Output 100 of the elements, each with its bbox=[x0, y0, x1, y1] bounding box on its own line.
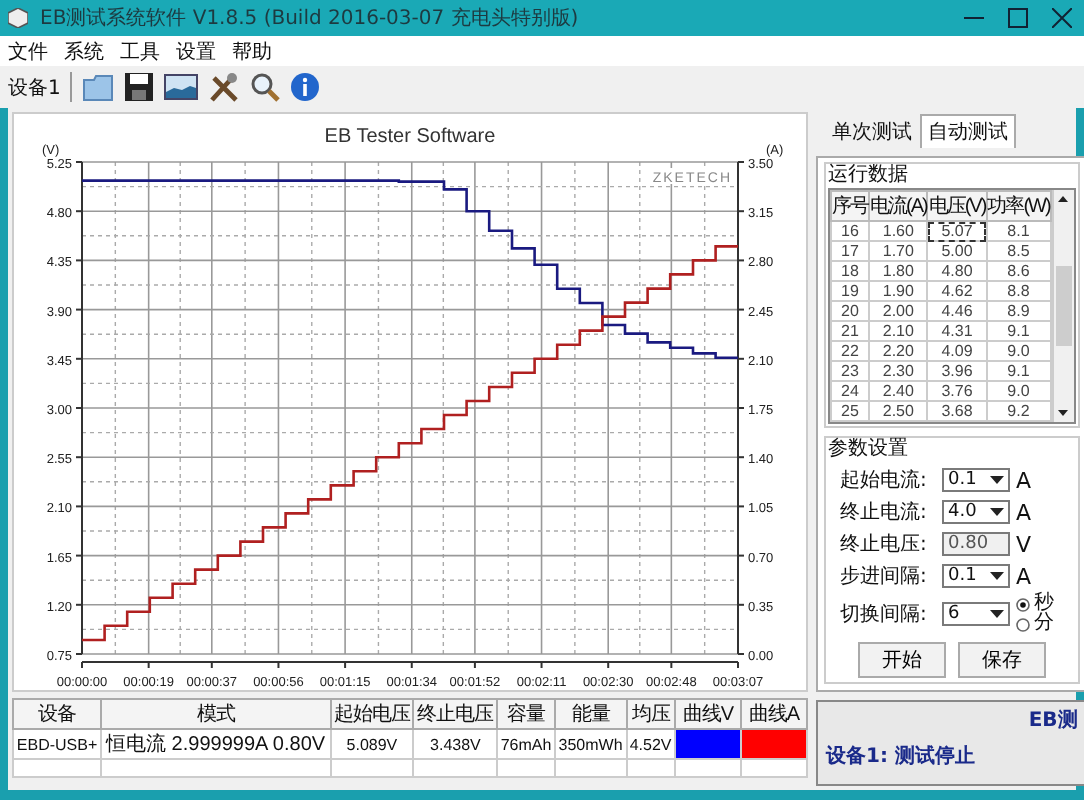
table-cell: 3.68 bbox=[927, 401, 987, 421]
column-header: 起始电压 bbox=[330, 699, 414, 729]
field-label: 切换间隔: bbox=[840, 601, 929, 628]
tools-icon[interactable] bbox=[208, 71, 241, 103]
window-title: EB测试系统软件 V1.8.5 (Build 2016-03-07 充电头特别版) bbox=[40, 5, 579, 32]
table-cell: 5.089V bbox=[330, 729, 414, 759]
status-message: 设备1: 测试停止 bbox=[826, 743, 977, 770]
table-cell: 1.60 bbox=[869, 221, 928, 241]
search-icon[interactable] bbox=[250, 72, 281, 102]
tab[interactable]: 单次测试 bbox=[824, 114, 920, 148]
field-label: 终止电压: bbox=[840, 531, 929, 558]
table-cell: 4.09 bbox=[927, 341, 987, 361]
dropdown[interactable]: 6 bbox=[942, 602, 1010, 626]
table-cell: 23 bbox=[831, 361, 869, 381]
table-cell: 18 bbox=[831, 261, 869, 281]
table-cell: 3.438V bbox=[413, 729, 498, 759]
unit-label: A bbox=[1016, 499, 1032, 525]
chart-icon[interactable] bbox=[164, 74, 199, 100]
table-cell: 21 bbox=[831, 321, 869, 341]
cube-icon bbox=[8, 8, 28, 28]
column-header: 设备 bbox=[13, 699, 102, 729]
table-cell: 24 bbox=[831, 381, 869, 401]
scroll-thumb[interactable] bbox=[1055, 266, 1072, 346]
save-icon[interactable] bbox=[124, 72, 155, 102]
table-cell: 5.07 bbox=[927, 221, 987, 241]
dropdown[interactable]: 4.0 bbox=[942, 500, 1010, 524]
action-button[interactable]: 开始 bbox=[857, 642, 946, 678]
scrollbar[interactable] bbox=[1051, 190, 1074, 422]
column-header: 模式 bbox=[101, 699, 331, 729]
field-label: 步进间隔: bbox=[840, 563, 929, 590]
menu-item[interactable]: 文件 bbox=[8, 37, 48, 65]
table-cell: 4.31 bbox=[927, 321, 987, 341]
tab[interactable]: 自动测试 bbox=[920, 114, 1016, 148]
table-cell: 3.76 bbox=[927, 381, 987, 401]
table-cell: 5.00 bbox=[927, 241, 987, 261]
table-cell: 1.80 bbox=[869, 261, 928, 281]
table-cell: 4.80 bbox=[927, 261, 987, 281]
table-cell: 1.70 bbox=[869, 241, 928, 261]
column-header: 终止电压 bbox=[413, 699, 498, 729]
caret-icon bbox=[990, 609, 1004, 619]
action-button[interactable]: 保存 bbox=[957, 642, 1046, 678]
table-cell: 17 bbox=[831, 241, 869, 261]
maximize-icon[interactable] bbox=[1008, 8, 1028, 28]
table-cell: 350mWh bbox=[554, 729, 627, 759]
table-cell: 恒电流 2.999999A 0.80V bbox=[101, 729, 331, 759]
column-header: 电压(V) bbox=[927, 191, 987, 221]
table-cell: 4.62 bbox=[927, 281, 987, 301]
column-header: 能量 bbox=[554, 699, 627, 729]
table-cell: 20 bbox=[831, 301, 869, 321]
menu-item[interactable]: 帮助 bbox=[232, 37, 272, 65]
chart-title: EB Tester Software bbox=[324, 126, 496, 148]
info-icon[interactable] bbox=[290, 72, 321, 102]
column-header: 电流(A) bbox=[869, 191, 928, 221]
column-header: 均压 bbox=[626, 699, 675, 729]
dropdown[interactable]: 0.1 bbox=[942, 564, 1010, 588]
table-cell: 2.30 bbox=[869, 361, 928, 381]
column-header: 曲线A bbox=[741, 699, 807, 729]
table-cell: 8.8 bbox=[986, 281, 1051, 301]
menu-item[interactable]: 工具 bbox=[120, 37, 160, 65]
field-label: 终止电流: bbox=[840, 499, 929, 526]
table-cell: 2.00 bbox=[869, 301, 928, 321]
table-cell: 2.10 bbox=[869, 321, 928, 341]
device-label: 设备1 bbox=[8, 75, 61, 101]
table-cell: 9.0 bbox=[986, 381, 1051, 401]
table-cell: 9.0 bbox=[986, 341, 1051, 361]
table-cell: 4.46 bbox=[927, 301, 987, 321]
field-label: 起始电流: bbox=[840, 467, 929, 494]
caret-icon bbox=[990, 475, 1004, 485]
table-cell: 3.96 bbox=[927, 361, 987, 381]
table-cell: 76mAh bbox=[497, 729, 555, 759]
table-cell: 8.9 bbox=[986, 301, 1051, 321]
table-cell: 2.20 bbox=[869, 341, 928, 361]
column-header: 容量 bbox=[497, 699, 555, 729]
radio-option[interactable]: 秒 bbox=[1016, 594, 1054, 614]
caret-icon bbox=[990, 507, 1004, 517]
table-cell: 8.6 bbox=[986, 261, 1051, 281]
menu-item[interactable]: 系统 bbox=[64, 37, 104, 65]
column-header: 序号 bbox=[831, 191, 869, 221]
table-cell: 9.2 bbox=[986, 401, 1051, 421]
table-cell: 25 bbox=[831, 401, 869, 421]
menu-item[interactable]: 设置 bbox=[176, 37, 216, 65]
table-cell: 8.1 bbox=[986, 221, 1051, 241]
status-title: EB测 bbox=[1028, 707, 1078, 734]
table-cell: 2.50 bbox=[869, 401, 928, 421]
radio-option[interactable]: 分 bbox=[1016, 614, 1054, 634]
table-cell: 9.1 bbox=[986, 361, 1051, 381]
table-cell: 2.40 bbox=[869, 381, 928, 401]
dropdown[interactable]: 0.1 bbox=[942, 468, 1010, 492]
table-cell: 9.1 bbox=[986, 321, 1051, 341]
group-title: 参数设置 bbox=[828, 438, 910, 462]
column-header: 功率(W) bbox=[986, 191, 1051, 221]
group-title: 运行数据 bbox=[828, 164, 910, 188]
caret-icon bbox=[990, 571, 1004, 581]
column-header: 曲线V bbox=[675, 699, 741, 729]
close-icon[interactable] bbox=[1052, 8, 1072, 28]
unit-label: A bbox=[1016, 467, 1032, 493]
table-cell: 1.90 bbox=[869, 281, 928, 301]
table-cell: 22 bbox=[831, 341, 869, 361]
folder-icon[interactable] bbox=[82, 73, 115, 101]
table-cell: 16 bbox=[831, 221, 869, 241]
